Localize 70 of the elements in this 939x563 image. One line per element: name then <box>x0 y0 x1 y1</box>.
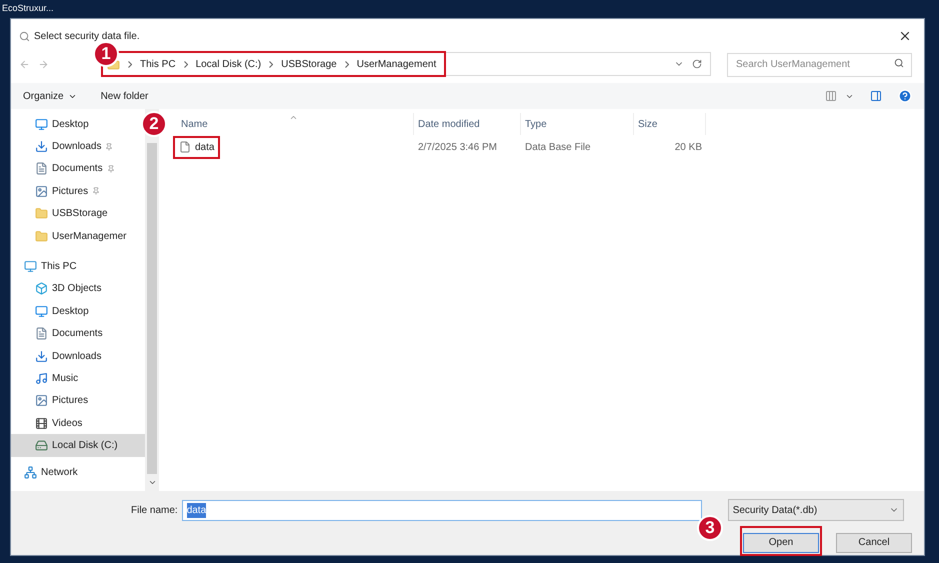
nav-item[interactable]: 3D Objects <box>11 278 145 300</box>
pictures-icon <box>35 184 48 198</box>
column-header[interactable]: Name <box>177 113 414 135</box>
column-header[interactable]: Date modified <box>414 113 521 135</box>
file-name[interactable]: data <box>195 140 214 154</box>
nav-item[interactable]: Pictures <box>11 180 145 203</box>
file-type-dropdown[interactable]: Security Data(*.db) <box>728 499 904 521</box>
objects-icon <box>35 282 48 296</box>
organize-button[interactable]: Organize <box>23 88 77 104</box>
chevron-icon <box>344 60 349 68</box>
sort-icon <box>289 113 298 122</box>
breadcrumb-item[interactable]: This PC <box>140 56 176 72</box>
folder-icon <box>35 230 48 243</box>
breadcrumb-item[interactable]: Local Disk (C:) <box>196 56 262 72</box>
search-field[interactable]: Search UserManagement <box>727 52 912 77</box>
dialog-button[interactable]: Cancel <box>836 532 912 552</box>
file-name-field[interactable]: data <box>182 500 702 520</box>
nav-item[interactable]: Network <box>11 460 145 484</box>
view-icon[interactable] <box>825 90 837 102</box>
breadcrumb-item[interactable]: UserManagement <box>356 56 436 72</box>
downloads-icon <box>35 350 48 363</box>
chevron-icon <box>269 60 274 68</box>
nav-item[interactable]: Downloads <box>11 344 145 368</box>
nav-item[interactable]: Local Disk (C:) <box>11 434 145 457</box>
nav-item[interactable]: UserManagemer <box>11 224 145 248</box>
table-cell-text: Data Base File <box>524 140 592 154</box>
network-icon <box>24 466 37 479</box>
preview-pane-icon[interactable] <box>870 90 882 102</box>
app-title: EcoStruxur... <box>2 2 54 16</box>
pictures-icon <box>35 394 48 408</box>
desktop-icon <box>35 118 48 131</box>
breadcrumb-item[interactable]: USBStorage <box>281 56 337 72</box>
desktop-icon <box>35 304 48 318</box>
documents-icon <box>35 327 48 340</box>
folder-icon <box>35 207 48 220</box>
nav-item[interactable]: Desktop <box>11 300 145 323</box>
scroll-thumb[interactable] <box>147 143 157 474</box>
downloads-icon <box>35 140 48 154</box>
nav-item[interactable]: This PC <box>11 255 145 278</box>
file-icon <box>179 141 191 153</box>
column-header[interactable]: Type <box>521 113 634 135</box>
chevron-icon <box>184 60 188 68</box>
file-name-value: data <box>186 502 206 518</box>
new-folder-button[interactable]: New folder <box>100 88 148 104</box>
table-cell-text: 2/7/2025 3:46 PM <box>417 140 498 154</box>
search-icon <box>894 58 904 68</box>
scroll-down-icon[interactable] <box>148 478 156 487</box>
nav-item[interactable]: Videos <box>11 412 145 434</box>
chevron-icon <box>128 60 132 68</box>
refresh-icon[interactable] <box>692 59 702 69</box>
videos-icon <box>35 416 48 430</box>
dialog-button[interactable]: Open <box>743 532 819 552</box>
nav-item[interactable]: Pictures <box>11 390 145 412</box>
pc-icon <box>24 260 37 274</box>
nav-item[interactable]: Music <box>11 367 145 390</box>
help-icon[interactable] <box>898 89 912 103</box>
nav-item[interactable]: USBStorage <box>11 202 145 225</box>
file-name-label: File name: <box>131 504 178 518</box>
column-header[interactable]: Size <box>634 113 706 135</box>
step-badge: 2 <box>141 111 167 137</box>
scrollbar[interactable] <box>145 109 159 491</box>
close-icon[interactable] <box>898 29 912 43</box>
table-cell-text: 20 KB <box>674 140 703 154</box>
step-badge: 1 <box>93 41 119 67</box>
nav-item[interactable]: Documents <box>11 322 145 345</box>
documents-icon <box>35 162 48 176</box>
music-icon <box>35 372 48 385</box>
nav-item[interactable]: Downloads <box>11 135 145 158</box>
dialog-title: Select security data file. <box>34 30 140 44</box>
nav-item[interactable]: Documents <box>11 158 145 180</box>
